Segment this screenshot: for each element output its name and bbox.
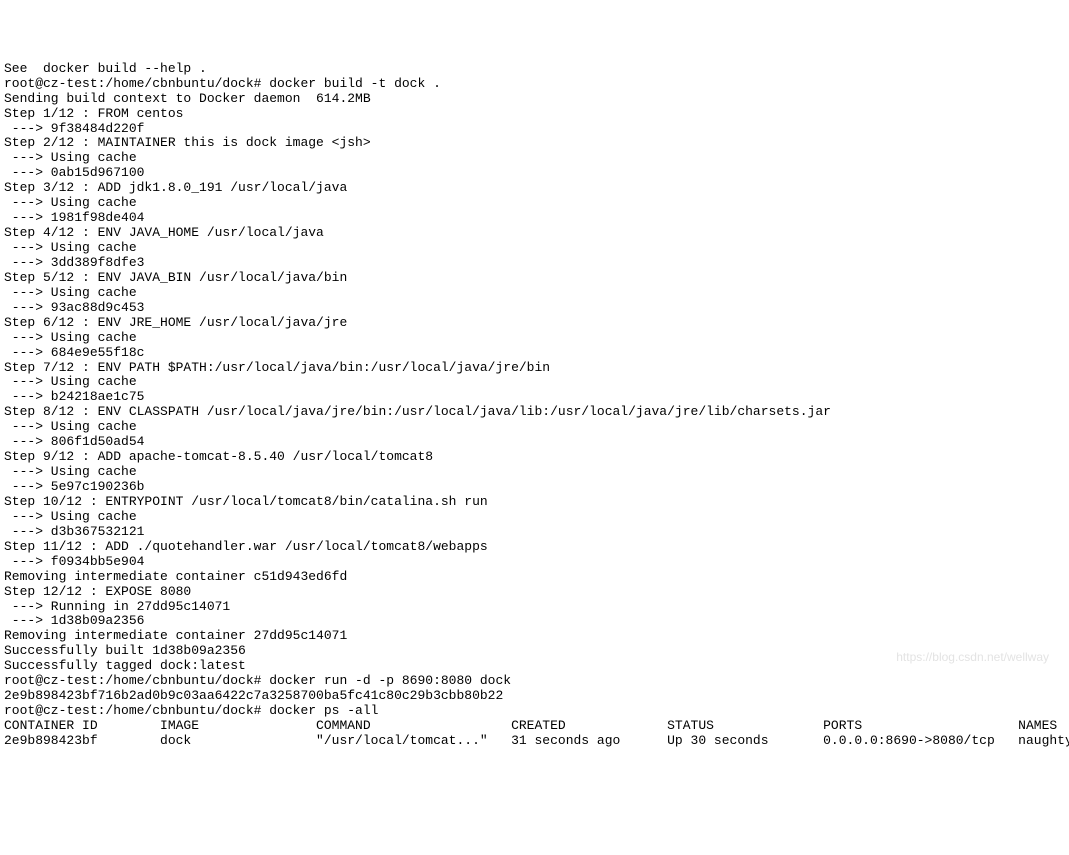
terminal-line: root@cz-test:/home/cbnbuntu/dock# docker… [4,704,1065,719]
terminal-line: ---> 3dd389f8dfe3 [4,256,1065,271]
terminal-line: 2e9b898423bf dock "/usr/local/tomcat..."… [4,734,1065,749]
terminal-line: Removing intermediate container 27dd95c1… [4,629,1065,644]
terminal-line: Step 7/12 : ENV PATH $PATH:/usr/local/ja… [4,361,1065,376]
terminal-line: ---> Using cache [4,331,1065,346]
terminal-line: Step 3/12 : ADD jdk1.8.0_191 /usr/local/… [4,181,1065,196]
terminal-line: ---> 93ac88d9c453 [4,301,1065,316]
terminal-line: ---> f0934bb5e904 [4,555,1065,570]
terminal-line: ---> 5e97c190236b [4,480,1065,495]
terminal-line: Step 10/12 : ENTRYPOINT /usr/local/tomca… [4,495,1065,510]
terminal-line: Step 2/12 : MAINTAINER this is dock imag… [4,136,1065,151]
terminal-line: ---> Using cache [4,241,1065,256]
terminal-line: Step 6/12 : ENV JRE_HOME /usr/local/java… [4,316,1065,331]
terminal-line: ---> Using cache [4,510,1065,525]
terminal-line: CONTAINER ID IMAGE COMMAND CREATED STATU… [4,719,1065,734]
watermark-text: https://blog.csdn.net/wellway [896,651,1049,665]
terminal-line: ---> b24218ae1c75 [4,390,1065,405]
terminal-line: ---> 9f38484d220f [4,122,1065,137]
terminal-line: ---> d3b367532121 [4,525,1065,540]
terminal-line: Step 1/12 : FROM centos [4,107,1065,122]
terminal-line: Step 11/12 : ADD ./quotehandler.war /usr… [4,540,1065,555]
terminal-line: ---> Using cache [4,375,1065,390]
terminal-line: Removing intermediate container c51d943e… [4,570,1065,585]
terminal-line: Step 9/12 : ADD apache-tomcat-8.5.40 /us… [4,450,1065,465]
terminal-line: ---> Running in 27dd95c14071 [4,600,1065,615]
terminal-line: ---> Using cache [4,286,1065,301]
terminal-line: ---> 806f1d50ad54 [4,435,1065,450]
terminal-line: root@cz-test:/home/cbnbuntu/dock# docker… [4,77,1065,92]
terminal-line: Step 12/12 : EXPOSE 8080 [4,585,1065,600]
terminal-output[interactable]: See docker build --help .root@cz-test:/h… [4,62,1065,749]
terminal-line: See docker build --help . [4,62,1065,77]
terminal-line: Step 4/12 : ENV JAVA_HOME /usr/local/jav… [4,226,1065,241]
terminal-line: ---> Using cache [4,420,1065,435]
terminal-line: ---> Using cache [4,196,1065,211]
terminal-line: ---> 684e9e55f18c [4,346,1065,361]
terminal-line: 2e9b898423bf716b2ad0b9c03aa6422c7a325870… [4,689,1065,704]
terminal-line: ---> Using cache [4,151,1065,166]
terminal-line: Step 5/12 : ENV JAVA_BIN /usr/local/java… [4,271,1065,286]
terminal-line: root@cz-test:/home/cbnbuntu/dock# docker… [4,674,1065,689]
terminal-line: ---> Using cache [4,465,1065,480]
terminal-line: ---> 1d38b09a2356 [4,614,1065,629]
terminal-line: Step 8/12 : ENV CLASSPATH /usr/local/jav… [4,405,1065,420]
terminal-line: ---> 0ab15d967100 [4,166,1065,181]
terminal-line: Sending build context to Docker daemon 6… [4,92,1065,107]
terminal-line: ---> 1981f98de404 [4,211,1065,226]
